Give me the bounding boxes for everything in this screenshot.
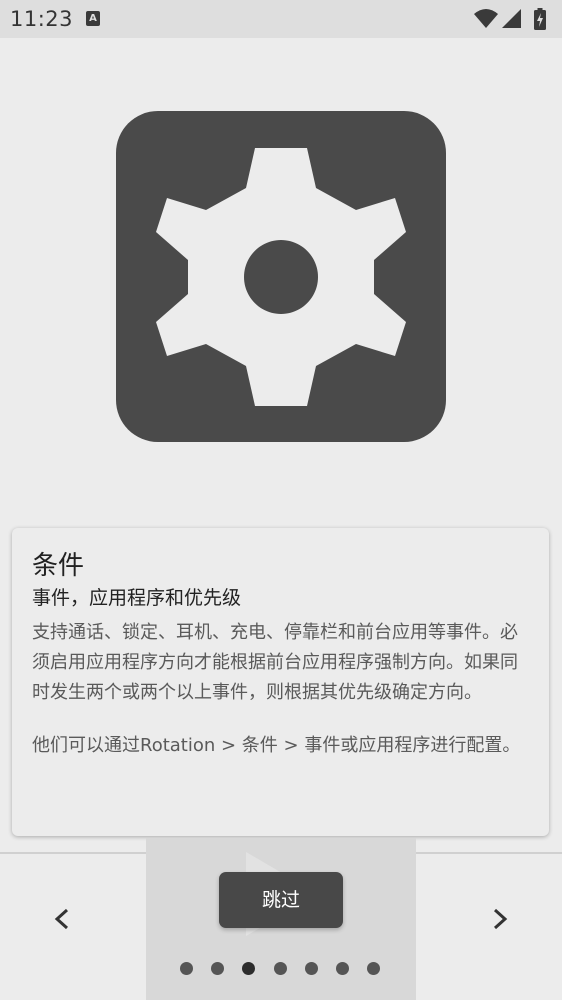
skip-button[interactable]: 跳过 — [219, 872, 343, 928]
next-button[interactable] — [476, 896, 524, 944]
status-icons — [474, 8, 554, 30]
page-dot[interactable] — [211, 962, 225, 975]
status-bar: 11:23 A — [0, 0, 562, 38]
chevron-right-icon — [493, 908, 508, 930]
wifi-icon — [474, 9, 498, 28]
page-dot[interactable] — [304, 962, 318, 975]
page-dot[interactable] — [336, 962, 349, 975]
signal-icon — [502, 9, 521, 28]
info-card: 条件 事件，应用程序和优先级 支持通话、锁定、耳机、充电、停靠栏和前台应用等事件… — [12, 528, 549, 836]
page-dot-active[interactable] — [242, 962, 256, 975]
status-time: 11:23 — [10, 7, 74, 31]
card-config-hint: 他们可以通过Rotation > 条件 > 事件或应用程序进行配置。 — [32, 735, 521, 756]
card-subtitle: 事件，应用程序和优先级 — [32, 587, 242, 609]
notification-glyph: A — [89, 13, 97, 24]
chevron-left-icon — [54, 908, 69, 930]
page-indicator — [180, 962, 382, 976]
card-title: 条件 — [32, 551, 85, 581]
card-description: 支持通话、锁定、耳机、充电、停靠栏和前台应用等事件。必须启用应用程序方向才能根据… — [32, 622, 518, 703]
page-dot[interactable] — [273, 962, 287, 975]
previous-button[interactable] — [38, 896, 86, 944]
a-letter-icon: A — [86, 11, 100, 26]
page-dot[interactable] — [367, 962, 381, 975]
page-dot[interactable] — [180, 962, 193, 975]
gear-icon — [116, 111, 446, 442]
battery-charging-icon — [534, 8, 546, 30]
